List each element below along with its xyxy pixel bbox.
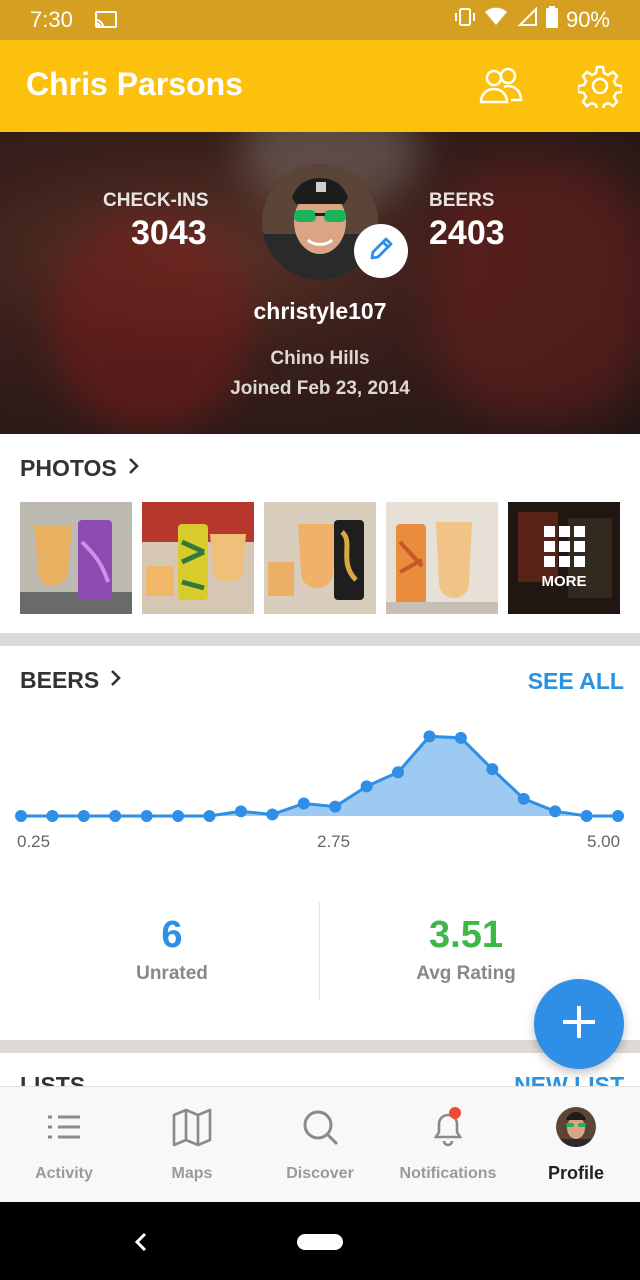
chart-point xyxy=(580,810,593,822)
plus-icon xyxy=(559,1002,599,1047)
more-photos-button[interactable]: MORE xyxy=(508,502,620,614)
back-icon[interactable] xyxy=(132,1230,150,1259)
avg-rating-value: 3.51 xyxy=(429,914,503,956)
chevron-right-icon xyxy=(109,667,123,694)
photos-header[interactable]: PHOTOS xyxy=(20,455,141,482)
status-time: 7:30 xyxy=(30,7,73,32)
section-divider xyxy=(0,633,640,646)
beers-title: BEERS xyxy=(20,667,100,693)
nav-label: Notifications xyxy=(399,1165,497,1182)
nav-label: Profile xyxy=(547,1163,604,1183)
photo-thumbnail[interactable] xyxy=(20,502,132,614)
chart-point xyxy=(297,797,310,810)
tick-label: 2.75 xyxy=(317,832,351,851)
wifi-icon xyxy=(484,7,508,33)
edit-profile-button[interactable] xyxy=(354,224,408,278)
chart-point xyxy=(329,800,342,813)
chart-point xyxy=(109,810,122,822)
nav-notifications[interactable]: Notifications xyxy=(384,1087,512,1203)
photo-thumbnail[interactable] xyxy=(142,502,254,614)
chart-point xyxy=(486,763,499,776)
home-button[interactable] xyxy=(297,1234,343,1250)
chevron-right-icon xyxy=(127,455,141,482)
chart-point xyxy=(454,731,467,744)
chart-point xyxy=(77,810,90,822)
grid-icon xyxy=(544,526,585,567)
list-icon xyxy=(44,1107,84,1147)
beers-label: BEERS xyxy=(429,190,495,211)
settings-icon[interactable] xyxy=(576,64,624,113)
chart-point xyxy=(392,766,405,779)
unrated-summary[interactable]: 6 Unrated xyxy=(12,914,332,985)
photo-thumbnail[interactable] xyxy=(264,502,376,614)
friends-icon[interactable] xyxy=(478,64,524,111)
beers-count[interactable]: 2403 xyxy=(429,214,505,253)
checkins-count[interactable]: 3043 xyxy=(131,214,207,253)
location: Chino Hills xyxy=(270,348,370,369)
system-nav-bar xyxy=(0,1202,640,1280)
battery-icon xyxy=(545,6,558,34)
signal-icon xyxy=(516,6,538,33)
tick-label: 5.00 xyxy=(587,832,621,851)
tick-label: 0.25 xyxy=(17,832,51,851)
nav-activity[interactable]: Activity xyxy=(0,1087,128,1203)
username: christyle107 xyxy=(253,298,387,324)
chart-point xyxy=(423,730,436,743)
chart-point xyxy=(360,780,373,793)
app-bar: Chris Parsons xyxy=(0,40,640,132)
search-icon xyxy=(300,1107,340,1147)
nav-label: Maps xyxy=(171,1165,213,1182)
lists-title[interactable]: LISTS xyxy=(20,1072,85,1086)
unrated-count: 6 xyxy=(161,914,183,956)
nav-label: Activity xyxy=(35,1165,93,1182)
chart-point xyxy=(612,810,624,822)
photos-title: PHOTOS xyxy=(20,455,117,481)
status-bar: 7:30 90% xyxy=(0,0,640,40)
chart-point xyxy=(234,805,247,818)
bell-icon xyxy=(428,1107,468,1147)
pencil-icon xyxy=(367,235,395,268)
more-photos-label: MORE xyxy=(541,573,587,590)
battery-level: 90% xyxy=(565,7,610,32)
photos-row: MORE xyxy=(20,502,622,614)
nav-discover[interactable]: Discover xyxy=(256,1087,384,1203)
chart-point xyxy=(266,808,279,821)
new-list-link[interactable]: NEW LIST xyxy=(514,1072,624,1086)
chart-point xyxy=(46,810,59,822)
chart-point xyxy=(549,805,562,818)
profile-header: CHECK-INS 3043 BEERS 2403 christyle107 C… xyxy=(0,132,640,434)
beers-header[interactable]: BEERS xyxy=(20,667,123,694)
checkins-label: CHECK-INS xyxy=(103,190,209,211)
unrated-label: Unrated xyxy=(136,963,208,984)
page-title: Chris Parsons xyxy=(26,66,243,102)
add-checkin-button[interactable] xyxy=(534,979,624,1069)
lists-section: LISTS NEW LIST xyxy=(0,1054,640,1086)
map-icon xyxy=(172,1107,212,1147)
bottom-nav: Activity Maps Discover Notifications Pro xyxy=(0,1086,640,1202)
chart-point xyxy=(203,810,216,822)
chart-point xyxy=(140,810,153,822)
chart-point xyxy=(15,810,27,822)
nav-maps[interactable]: Maps xyxy=(128,1087,256,1203)
vibrate-icon xyxy=(454,7,476,33)
profile-avatar[interactable] xyxy=(262,164,408,280)
chart-point xyxy=(517,792,530,805)
joined-date: Joined Feb 23, 2014 xyxy=(230,378,410,399)
avatar xyxy=(556,1107,596,1147)
photo-thumbnail[interactable] xyxy=(386,502,498,614)
see-all-link[interactable]: SEE ALL xyxy=(528,668,624,695)
cast-icon xyxy=(94,10,118,35)
avg-rating-summary: 3.51 Avg Rating xyxy=(306,914,626,985)
nav-label: Discover xyxy=(286,1165,354,1182)
chart-point xyxy=(172,810,185,822)
nav-profile[interactable]: Profile xyxy=(512,1087,640,1203)
